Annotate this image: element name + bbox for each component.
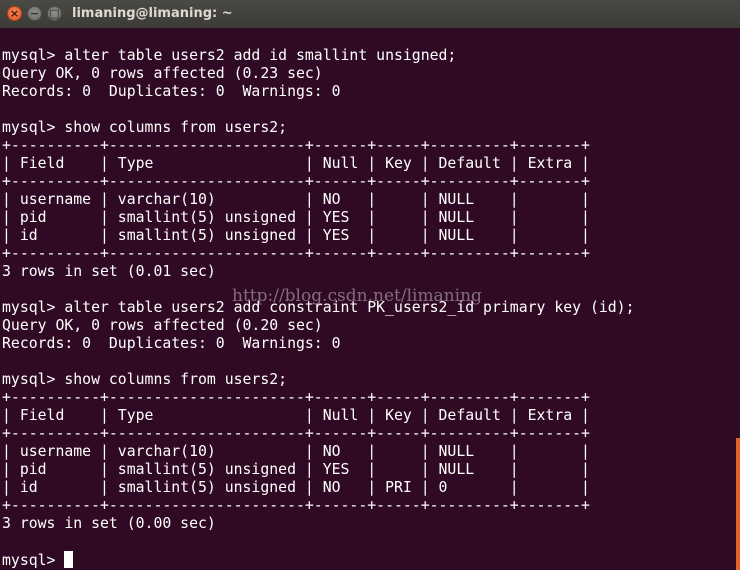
terminal-line: Records: 0 Duplicates: 0 Warnings: 0 bbox=[2, 83, 341, 100]
prompt-text: mysql> bbox=[2, 552, 65, 569]
terminal-line: mysql> show columns from users2; bbox=[2, 119, 288, 136]
text-cursor bbox=[64, 551, 74, 568]
terminal-line: | id | smallint(5) unsigned | NO | PRI |… bbox=[2, 479, 590, 496]
watermark: http://blog.csdn.net/limaning bbox=[232, 286, 482, 306]
scrollbar[interactable] bbox=[736, 438, 740, 570]
prompt-line[interactable]: mysql> bbox=[2, 551, 635, 569]
terminal-line: 3 rows in set (0.00 sec) bbox=[2, 515, 216, 532]
terminal-line: Query OK, 0 rows affected (0.20 sec) bbox=[2, 317, 323, 334]
terminal-line: +----------+----------------------+-----… bbox=[2, 245, 590, 262]
terminal-line: Records: 0 Duplicates: 0 Warnings: 0 bbox=[2, 335, 341, 352]
terminal-output: mysql> alter table users2 add id smallin… bbox=[2, 47, 635, 569]
terminal-line: +----------+----------------------+-----… bbox=[2, 173, 590, 190]
terminal-window: × − □ limaning@limaning: ~ mysql> alter … bbox=[0, 0, 740, 570]
terminal-area[interactable]: mysql> alter table users2 add id smallin… bbox=[0, 28, 740, 570]
terminal-line: mysql> show columns from users2; bbox=[2, 371, 288, 388]
maximize-icon[interactable]: □ bbox=[47, 6, 62, 21]
window-title: limaning@limaning: ~ bbox=[72, 6, 233, 21]
terminal-line: | pid | smallint(5) unsigned | YES | | N… bbox=[2, 461, 590, 478]
terminal-line: +----------+----------------------+-----… bbox=[2, 137, 590, 154]
terminal-line: | Field | Type | Null | Key | Default | … bbox=[2, 155, 590, 172]
terminal-line: 3 rows in set (0.01 sec) bbox=[2, 263, 216, 280]
terminal-line: +----------+----------------------+-----… bbox=[2, 389, 590, 406]
terminal-line: +----------+----------------------+-----… bbox=[2, 497, 590, 514]
terminal-line: Query OK, 0 rows affected (0.23 sec) bbox=[2, 65, 323, 82]
terminal-line: +----------+----------------------+-----… bbox=[2, 425, 590, 442]
minimize-icon[interactable]: − bbox=[27, 6, 42, 21]
title-bar[interactable]: × − □ limaning@limaning: ~ bbox=[0, 0, 740, 29]
terminal-line: | username | varchar(10) | NO | | NULL |… bbox=[2, 443, 590, 460]
terminal-line: mysql> alter table users2 add id smallin… bbox=[2, 47, 457, 64]
terminal-line: | username | varchar(10) | NO | | NULL |… bbox=[2, 191, 590, 208]
terminal-line: | id | smallint(5) unsigned | YES | | NU… bbox=[2, 227, 590, 244]
terminal-line: | Field | Type | Null | Key | Default | … bbox=[2, 407, 590, 424]
close-icon[interactable]: × bbox=[7, 6, 22, 21]
terminal-line: | pid | smallint(5) unsigned | YES | | N… bbox=[2, 209, 590, 226]
